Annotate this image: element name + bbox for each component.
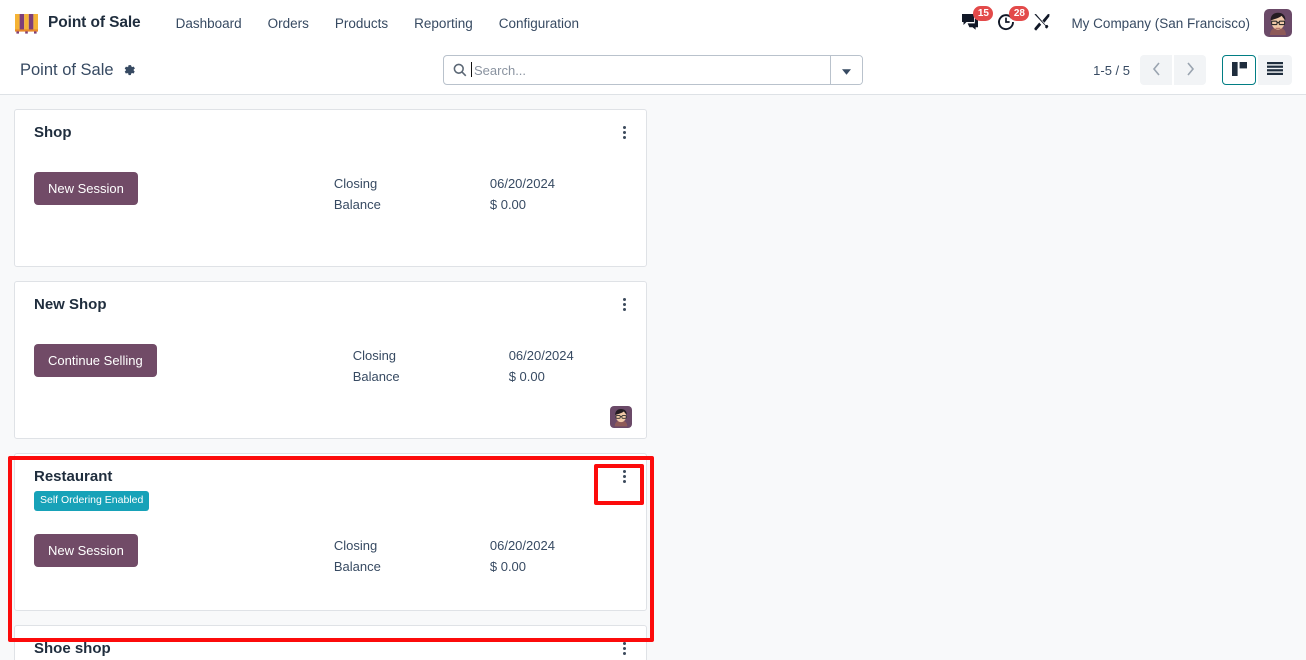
balance-value: $ 0.00 — [489, 558, 527, 574]
session-user-avatar — [610, 406, 632, 428]
caret-down-icon — [842, 63, 851, 78]
balance-label: Balance — [333, 558, 381, 574]
card-menu-button[interactable] — [614, 466, 634, 486]
nav-item-orders[interactable]: Orders — [255, 10, 322, 37]
app-brand[interactable]: Point of Sale — [14, 12, 141, 34]
user-avatar[interactable] — [1264, 9, 1292, 37]
balance-value: $ 0.00 — [489, 196, 527, 212]
nav-item-products[interactable]: Products — [322, 10, 401, 37]
card-title: Shop — [34, 124, 72, 141]
search-input[interactable]: Search... — [444, 56, 830, 84]
nav-item-dashboard[interactable]: Dashboard — [163, 10, 255, 37]
kanban-view: Shop New Session Closing Balance 06/20/2… — [0, 95, 1306, 660]
pos-card-shop[interactable]: Shop New Session Closing Balance 06/20/2… — [14, 109, 647, 267]
pos-card-restaurant[interactable]: Restaurant Self Ordering Enabled New Ses… — [14, 453, 647, 611]
closing-label: Closing — [333, 176, 378, 191]
messages-count: 15 — [973, 6, 994, 21]
top-navbar: Point of Sale Dashboard Orders Products … — [0, 0, 1306, 46]
activities-button[interactable]: 28 — [995, 6, 1030, 34]
balance-value: $ 0.00 — [508, 368, 545, 384]
breadcrumb: Point of Sale — [20, 61, 136, 80]
card-title: Restaurant — [34, 468, 113, 485]
chevron-right-icon — [1186, 61, 1195, 79]
card-menu-button[interactable] — [614, 294, 634, 314]
card-title: Shoe shop — [34, 640, 111, 657]
pos-awning-icon — [14, 12, 39, 34]
search-placeholder: Search... — [470, 61, 527, 78]
view-switcher — [1222, 55, 1292, 85]
card-stats: Closing Balance 06/20/2024 $ 0.00 — [353, 344, 574, 385]
navbar-systray: 15 28 My Company (San Francisco) — [959, 6, 1294, 37]
continue-selling-button[interactable]: Continue Selling — [34, 344, 157, 377]
nav-item-reporting[interactable]: Reporting — [401, 10, 486, 37]
brand-label: Point of Sale — [48, 14, 141, 31]
closing-label: Closing — [333, 538, 378, 553]
search-view[interactable]: Search... — [443, 55, 863, 85]
chevron-left-icon — [1152, 61, 1161, 79]
gear-icon[interactable] — [122, 63, 136, 77]
card-menu-button[interactable] — [614, 122, 634, 142]
closing-date-value: 06/20/2024 — [489, 176, 555, 191]
nav-item-configuration[interactable]: Configuration — [486, 10, 592, 37]
activities-count: 28 — [1009, 6, 1030, 21]
pager-controls — [1140, 55, 1206, 85]
wrench-icon — [1033, 13, 1051, 34]
search-icon — [453, 63, 467, 77]
new-session-button[interactable]: New Session — [34, 172, 138, 205]
card-title: New Shop — [34, 296, 107, 313]
self-ordering-badge: Self Ordering Enabled — [34, 491, 150, 511]
pager-next-button[interactable] — [1174, 55, 1206, 85]
search-dropdown-toggle[interactable] — [830, 56, 862, 84]
page-title: Point of Sale — [20, 60, 114, 79]
pos-card-shoe-shop[interactable]: Shoe shop Self Ordering Enabled New Sess… — [14, 625, 647, 660]
closing-label: Closing — [352, 348, 397, 363]
pager-value[interactable]: 1-5 / 5 — [1093, 63, 1130, 78]
company-switcher[interactable]: My Company (San Francisco) — [1071, 16, 1250, 31]
control-panel: Point of Sale Search... 1-5 / 5 — [0, 46, 1306, 95]
balance-label: Balance — [333, 196, 381, 212]
closing-date-value: 06/20/2024 — [489, 538, 555, 553]
view-button-list[interactable] — [1258, 55, 1292, 85]
main-menu: Dashboard Orders Products Reporting Conf… — [163, 10, 592, 37]
pager-previous-button[interactable] — [1140, 55, 1172, 85]
view-button-kanban[interactable] — [1222, 55, 1256, 85]
list-icon — [1267, 62, 1283, 78]
card-stats: Closing Balance 06/20/2024 $ 0.00 — [334, 172, 555, 213]
balance-label: Balance — [352, 368, 400, 384]
card-stats: Closing Balance 06/20/2024 $ 0.00 — [334, 534, 555, 575]
new-session-button[interactable]: New Session — [34, 534, 138, 567]
closing-date-value: 06/20/2024 — [508, 348, 574, 363]
tools-button[interactable] — [1031, 12, 1053, 34]
messages-button[interactable]: 15 — [959, 6, 994, 34]
control-panel-right: 1-5 / 5 — [1093, 55, 1292, 85]
pos-card-new-shop[interactable]: New Shop Continue Selling Closing Balanc… — [14, 281, 647, 439]
card-menu-button[interactable] — [614, 638, 634, 658]
kanban-icon — [1231, 61, 1247, 79]
